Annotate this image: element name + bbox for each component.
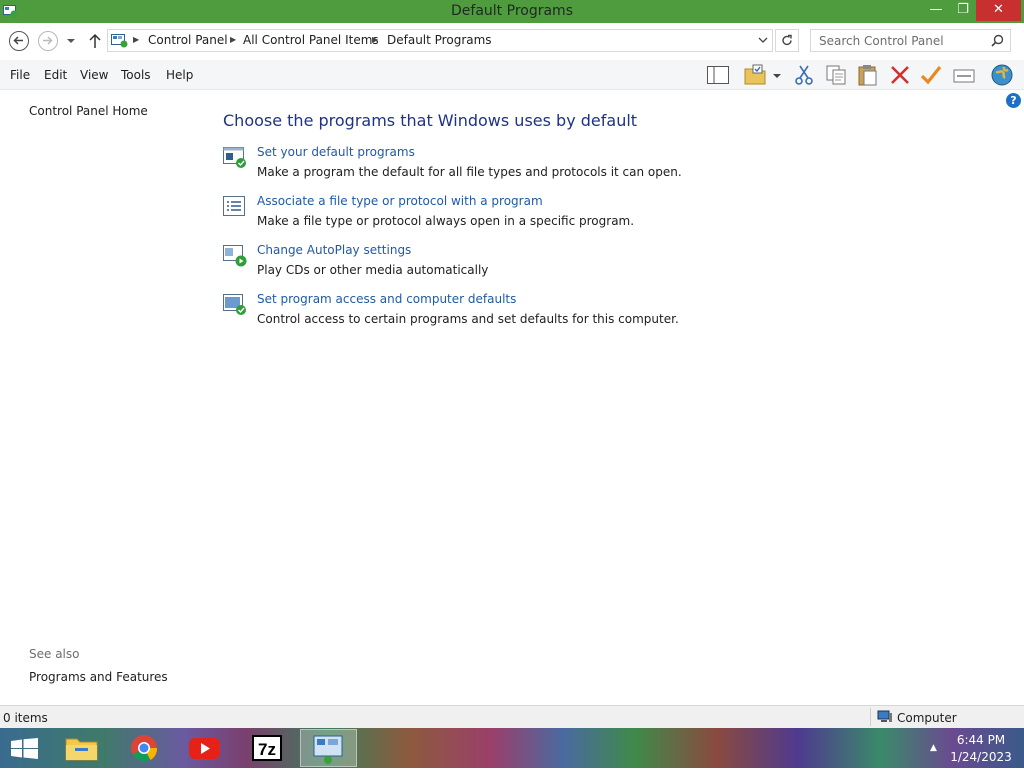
breadcrumb-separator[interactable]: ▶ [230, 35, 236, 44]
properties-icon[interactable] [952, 63, 976, 87]
breadcrumb-separator[interactable]: ▶ [372, 35, 378, 44]
page-title: Choose the programs that Windows uses by… [223, 111, 638, 130]
program-access-link[interactable]: Set program access and computer defaults [257, 292, 516, 306]
file-explorer-icon [65, 738, 98, 761]
location-label: Computer [897, 711, 957, 725]
recent-locations-dropdown[interactable] [66, 37, 76, 45]
see-also-heading: See also [29, 647, 80, 661]
show-hidden-icons-button[interactable]: ▲ [930, 743, 937, 753]
clock-time[interactable]: 6:44 PM [946, 733, 1016, 747]
youtube-icon [189, 738, 220, 759]
folder-options-icon[interactable] [743, 63, 767, 87]
7zip-label: 7z [258, 740, 276, 759]
forward-arrow-icon [43, 36, 53, 45]
task-description: Play CDs or other media automatically [257, 263, 489, 277]
task-description: Make a file type or protocol always open… [257, 214, 635, 228]
menu-bar: File Edit View Tools Help [0, 60, 1024, 90]
menu-edit[interactable]: Edit [44, 68, 67, 82]
menu-tools[interactable]: Tools [121, 68, 151, 82]
task-description: Control access to certain programs and s… [257, 312, 679, 326]
maximize-button[interactable]: ❐ [950, 0, 976, 21]
help-icon[interactable]: ? [1006, 93, 1021, 108]
set-default-programs-link[interactable]: Set your default programs [257, 145, 415, 159]
programs-and-features-link[interactable]: Programs and Features [29, 670, 168, 684]
chevron-down-icon[interactable] [758, 36, 768, 44]
paste-icon[interactable] [856, 63, 880, 87]
program-access-icon [223, 294, 246, 315]
globe-icon[interactable] [990, 63, 1014, 87]
task-program-access: Set program access and computer defaults… [222, 292, 922, 332]
status-bar: 0 items Computer [0, 705, 1024, 728]
forward-button[interactable] [38, 31, 58, 51]
layout-icon[interactable] [706, 63, 730, 87]
refresh-button[interactable] [775, 29, 799, 52]
breadcrumb-control-panel[interactable]: Control Panel [148, 33, 228, 47]
taskbar-7zip[interactable]: 7z [238, 729, 295, 767]
breadcrumb-default-programs[interactable]: Default Programs [387, 33, 492, 47]
clock-date[interactable]: 1/24/2023 [946, 750, 1016, 764]
taskbar-control-panel[interactable] [300, 729, 357, 767]
checkmark-icon[interactable] [919, 63, 943, 87]
search-input[interactable]: Search Control Panel [810, 29, 1011, 52]
menu-file[interactable]: File [10, 68, 30, 82]
menu-help[interactable]: Help [166, 68, 193, 82]
menu-view[interactable]: View [80, 68, 108, 82]
task-autoplay: Change AutoPlay settings Play CDs or oth… [222, 243, 922, 283]
navigation-bar: ▶ Control Panel ▶ All Control Panel Item… [0, 23, 1024, 60]
control-panel-icon [313, 735, 343, 764]
copy-icon[interactable] [824, 63, 848, 87]
status-divider [870, 708, 871, 726]
breadcrumb-separator[interactable]: ▶ [133, 35, 139, 44]
default-programs-icon [223, 147, 246, 168]
taskbar-youtube[interactable] [176, 729, 233, 767]
address-box[interactable]: ▶ Control Panel ▶ All Control Panel Item… [107, 29, 773, 52]
file-association-icon [223, 196, 245, 216]
associate-file-type-link[interactable]: Associate a file type or protocol with a… [257, 194, 543, 208]
cut-icon[interactable] [792, 63, 816, 87]
taskbar-chrome[interactable] [115, 729, 172, 767]
search-icon[interactable] [991, 34, 1004, 47]
task-description: Make a program the default for all file … [257, 165, 682, 179]
search-placeholder: Search Control Panel [819, 34, 944, 48]
taskbar: 7z ▲ 6:44 PM 1/24/2023 [0, 728, 1024, 768]
back-button[interactable] [9, 31, 29, 51]
chevron-down-icon[interactable] [770, 63, 784, 87]
autoplay-icon [223, 245, 247, 267]
close-button[interactable]: ✕ [976, 0, 1021, 21]
title-bar: Default Programs — ❐ ✕ [0, 0, 1024, 23]
refresh-icon [782, 34, 792, 46]
taskbar-file-explorer[interactable] [53, 729, 110, 767]
item-count: 0 items [3, 711, 48, 725]
up-arrow-icon[interactable] [88, 33, 102, 49]
7zip-icon: 7z [252, 735, 282, 761]
task-set-default-programs: Set your default programs Make a program… [222, 145, 922, 185]
task-associate-file-type: Associate a file type or protocol with a… [222, 194, 922, 234]
computer-icon [877, 710, 892, 722]
minimize-button[interactable]: — [922, 0, 950, 21]
control-panel-icon [111, 34, 128, 48]
control-panel-home-link[interactable]: Control Panel Home [29, 104, 148, 118]
change-autoplay-link[interactable]: Change AutoPlay settings [257, 243, 411, 257]
chrome-icon [131, 735, 158, 762]
back-arrow-icon [13, 36, 23, 45]
window-title: Default Programs [451, 3, 573, 19]
delete-icon[interactable] [888, 63, 912, 87]
windows-start-icon[interactable] [11, 738, 38, 759]
breadcrumb-all-items[interactable]: All Control Panel Items [243, 33, 379, 47]
